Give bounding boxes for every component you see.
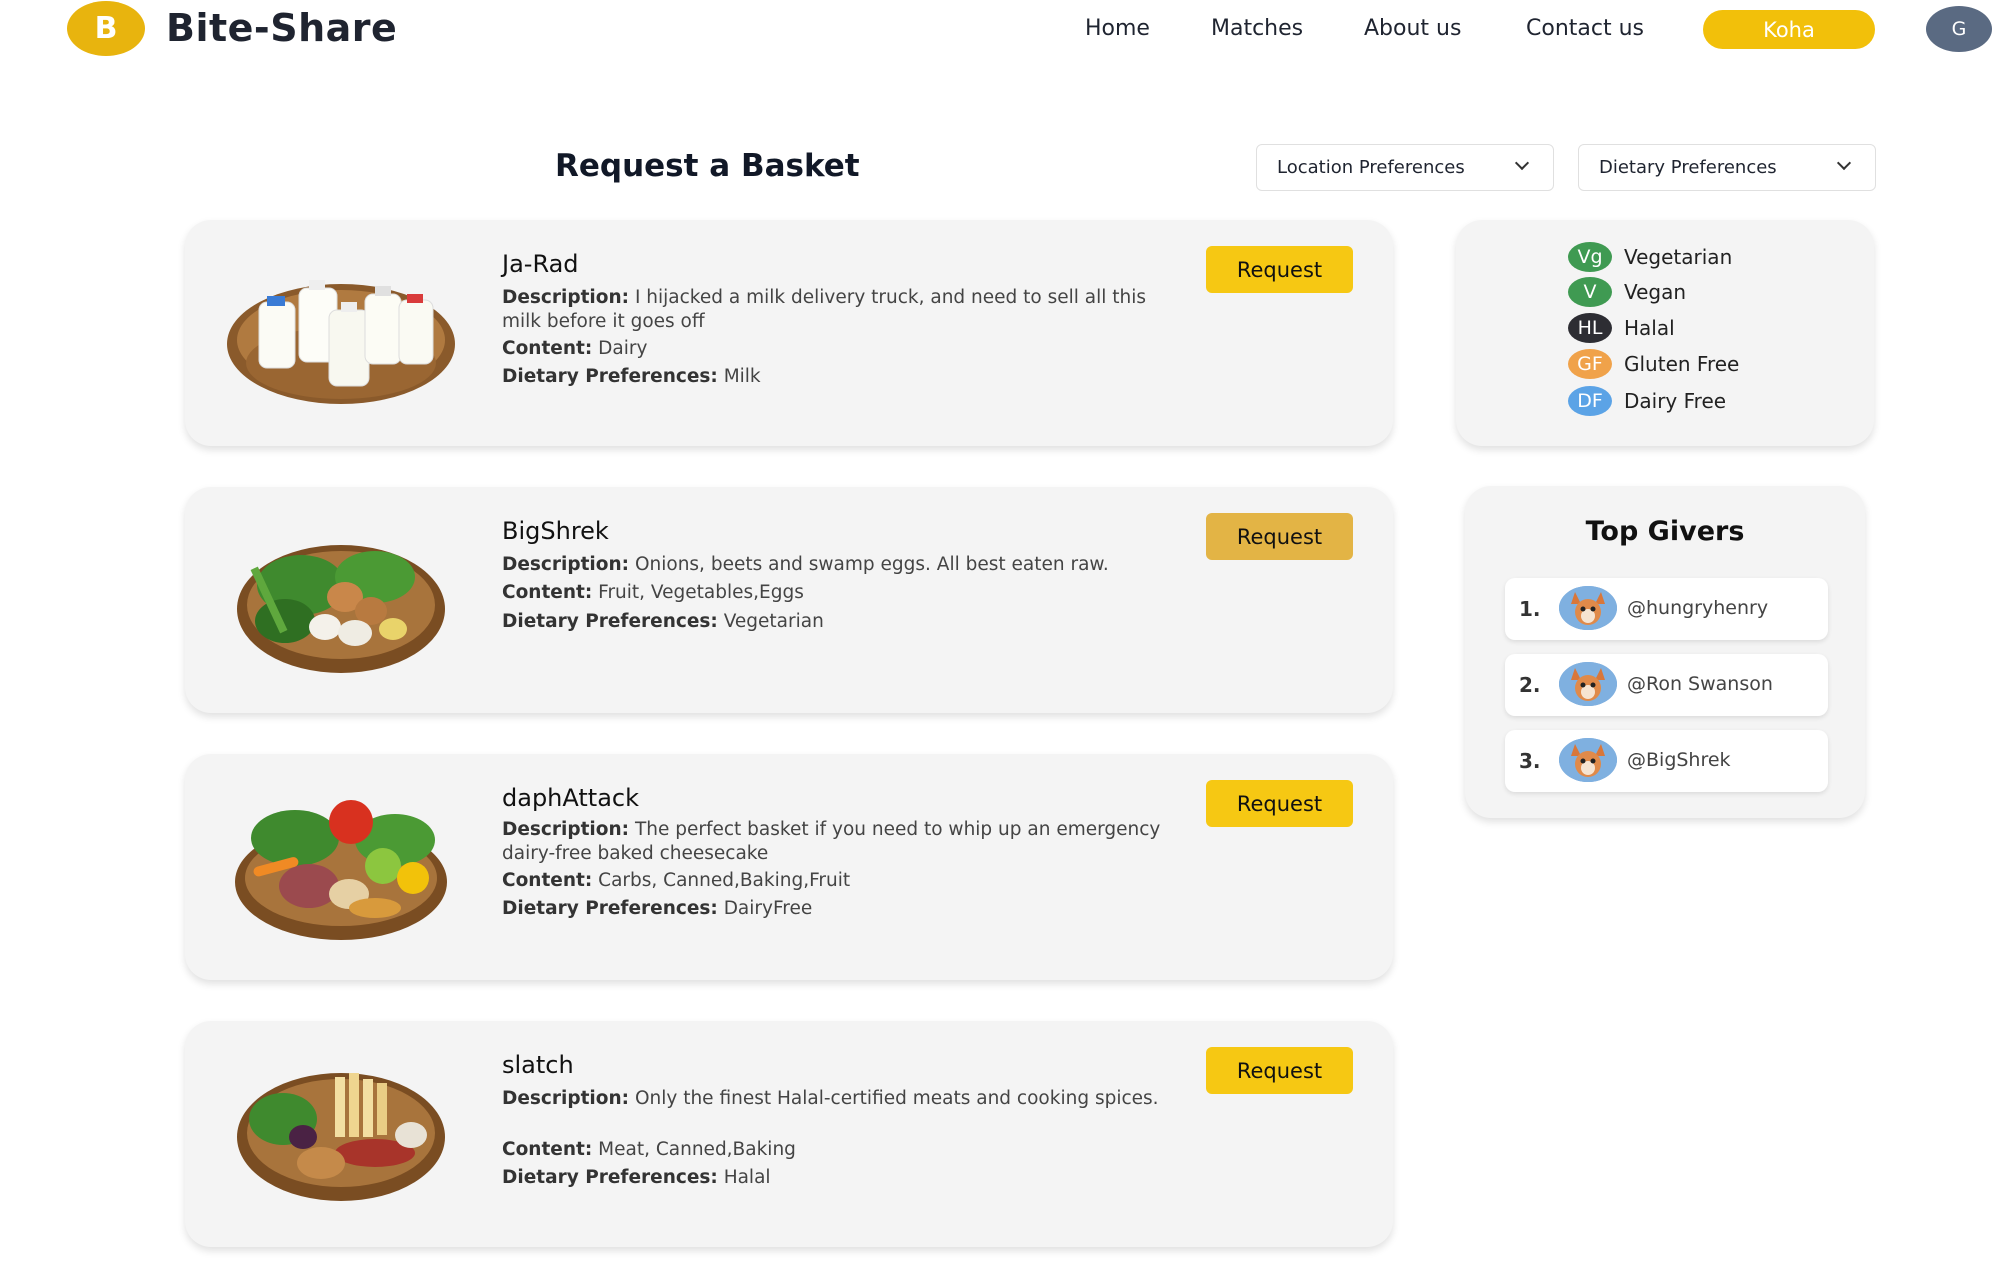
basket-username: Ja-Rad [502,250,579,278]
basket-description: Description: The perfect basket if you n… [502,818,1162,866]
dietary-text: DairyFree [723,898,813,919]
description-label: Description: [502,554,630,575]
giver-rank: 2. [1519,673,1541,697]
basket-content: Content: Meat, Canned,Baking [502,1138,1162,1162]
giver-rank: 1. [1519,597,1541,621]
dietary-label: Dietary Preferences: [502,366,718,387]
dietary-preferences-dropdown[interactable]: Dietary Preferences [1578,144,1876,191]
basket-card: BigShrek Description: Onions, beets and … [185,487,1393,713]
gluten-free-badge-icon: GF [1568,349,1612,379]
dietary-label: Dietary Preferences: [502,1167,718,1188]
nav-matches[interactable]: Matches [1211,16,1303,41]
chevron-down-icon [1514,155,1530,171]
basket-card: Ja-Rad Description: I hijacked a milk de… [185,220,1393,446]
basket-username: daphAttack [502,784,640,812]
legend-label: Dairy Free [1624,389,1727,413]
content-text: Dairy [598,338,648,359]
basket-dietary: Dietary Preferences: Vegetarian [502,610,1162,634]
halal-meat-basket-image [237,1073,445,1201]
description-label: Description: [502,1088,630,1109]
content-label: Content: [502,1139,593,1160]
giver-name: @Ron Swanson [1627,673,1773,695]
legend-label: Halal [1624,316,1675,340]
dietary-label: Dietary Preferences: [502,611,718,632]
basket-dietary: Dietary Preferences: Halal [502,1166,1162,1190]
content-label: Content: [502,870,593,891]
top-givers-panel: Top Givers 1. @hungryhenry 2. @Ron Swans… [1465,486,1865,818]
mixed-food-basket-image [235,800,447,940]
giver-item[interactable]: 1. @hungryhenry [1505,578,1828,640]
location-preferences-dropdown[interactable]: Location Preferences [1256,144,1554,191]
dietary-label: Dietary Preferences: [502,898,718,919]
location-dropdown-label: Location Preferences [1277,157,1465,178]
nav-contact-us[interactable]: Contact us [1526,16,1644,41]
halal-badge-icon: HL [1568,313,1612,343]
vegetable-basket-image [237,545,445,673]
legend-label: Vegan [1624,280,1687,304]
chevron-down-icon [1836,155,1852,171]
legend-item-gluten-free: GF Gluten Free [1568,349,1739,379]
top-nav-bar: B Bite-Share Home Matches About us Conta… [0,0,2000,70]
content-text: Carbs, Canned,Baking,Fruit [598,870,851,891]
content-label: Content: [502,582,593,603]
request-button[interactable]: Request [1206,780,1353,827]
basket-content: Content: Carbs, Canned,Baking,Fruit [502,869,1162,893]
content-text: Fruit, Vegetables,Eggs [598,582,804,603]
basket-username: slatch [502,1051,574,1079]
dietary-text: Halal [723,1167,771,1188]
page-title: Request a Basket [555,148,860,184]
content-text: Meat, Canned,Baking [598,1139,796,1160]
giver-item[interactable]: 3. @BigShrek [1505,730,1828,792]
basket-content: Content: Dairy [502,337,1162,361]
basket-description: Description: Only the finest Halal-certi… [502,1087,1162,1111]
dietary-text: Milk [723,366,761,387]
vegan-badge-icon: V [1568,277,1612,307]
giver-rank: 3. [1519,749,1541,773]
basket-dietary: Dietary Preferences: Milk [502,365,1162,389]
basket-content: Content: Fruit, Vegetables,Eggs [502,581,1162,605]
vegetarian-badge-icon: Vg [1568,242,1612,272]
legend-item-dairy-free: DF Dairy Free [1568,386,1726,416]
giver-name: @BigShrek [1627,749,1731,771]
basket-username: BigShrek [502,517,609,545]
dietary-legend: Vg Vegetarian V Vegan HL Halal GF Gluten… [1456,220,1874,446]
basket-description: Description: Onions, beets and swamp egg… [502,553,1162,577]
nav-home[interactable]: Home [1085,16,1150,41]
legend-item-halal: HL Halal [1568,313,1675,343]
description-label: Description: [502,819,630,840]
basket-card: slatch Description: Only the finest Hala… [185,1021,1393,1247]
koha-button[interactable]: Koha [1703,10,1875,49]
dietary-dropdown-label: Dietary Preferences [1599,157,1777,178]
request-button[interactable]: Request [1206,1047,1353,1094]
basket-dietary: Dietary Preferences: DairyFree [502,897,1162,921]
request-button[interactable]: Request [1206,246,1353,293]
dietary-text: Vegetarian [723,611,824,632]
dairy-free-badge-icon: DF [1568,386,1612,416]
legend-label: Gluten Free [1624,352,1740,376]
giver-avatar-icon [1559,662,1617,706]
nav-about-us[interactable]: About us [1364,16,1461,41]
content-label: Content: [502,338,593,359]
legend-label: Vegetarian [1624,245,1733,269]
description-label: Description: [502,287,630,308]
basket-card: daphAttack Description: The perfect bask… [185,754,1393,980]
milk-basket-image [227,280,455,404]
legend-item-vegetarian: Vg Vegetarian [1568,242,1732,272]
legend-item-vegan: V Vegan [1568,277,1686,307]
top-givers-title: Top Givers [1585,516,1745,547]
basket-description: Description: I hijacked a milk delivery … [502,286,1162,334]
user-avatar[interactable]: G [1926,6,1992,52]
request-button[interactable]: Request [1206,513,1353,560]
giver-avatar-icon [1559,586,1617,630]
giver-avatar-icon [1559,738,1617,782]
giver-item[interactable]: 2. @Ron Swanson [1505,654,1828,716]
description-text: Only the finest Halal-certified meats an… [634,1088,1159,1109]
description-text: Onions, beets and swamp eggs. All best e… [634,554,1109,575]
giver-name: @hungryhenry [1627,597,1769,619]
logo-icon[interactable]: B [67,1,145,56]
brand-name[interactable]: Bite-Share [166,6,397,50]
